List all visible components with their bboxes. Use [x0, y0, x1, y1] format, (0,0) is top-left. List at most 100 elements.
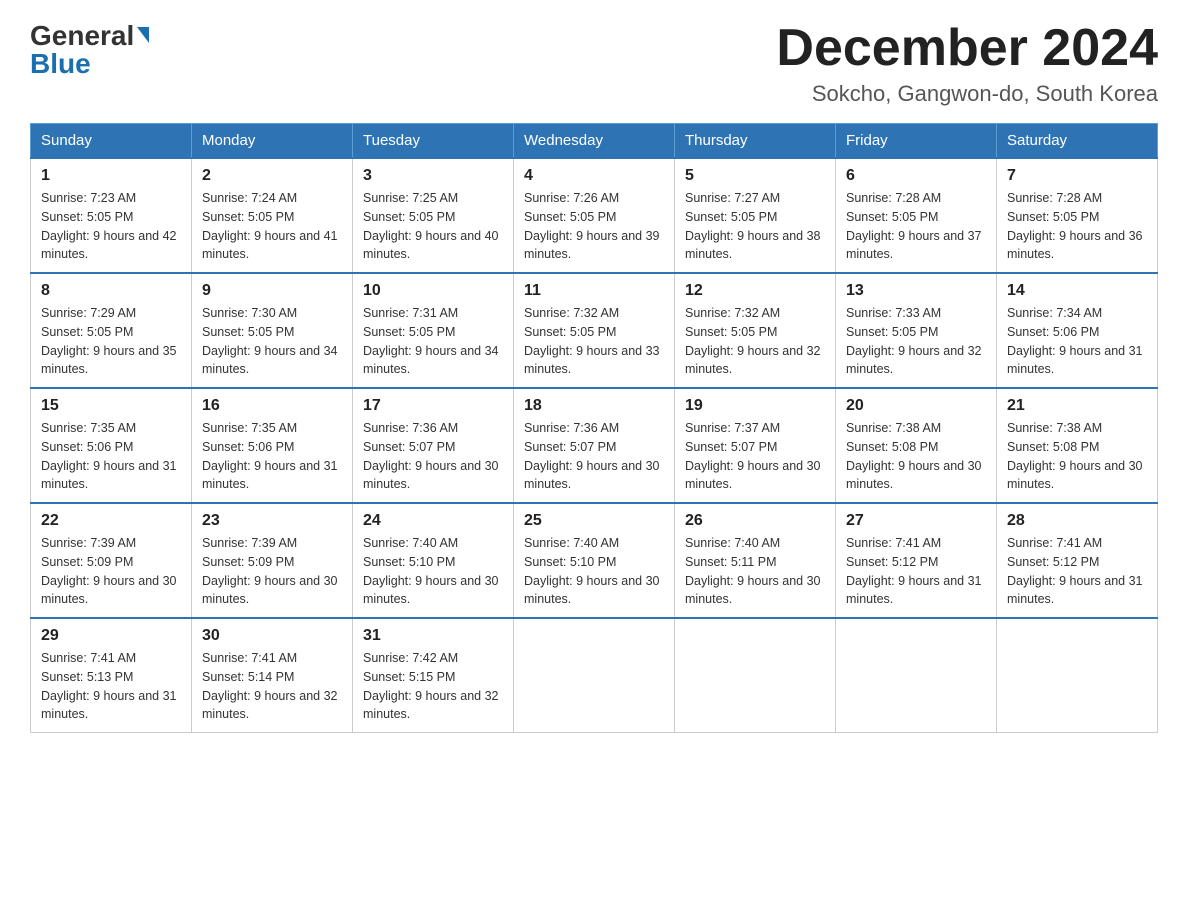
table-row: 29 Sunrise: 7:41 AMSunset: 5:13 PMDaylig…: [31, 618, 192, 733]
day-number: 27: [846, 512, 986, 530]
table-row: [836, 618, 997, 733]
table-row: 26 Sunrise: 7:40 AMSunset: 5:11 PMDaylig…: [675, 503, 836, 618]
day-info: Sunrise: 7:40 AMSunset: 5:10 PMDaylight:…: [524, 534, 664, 609]
logo-triangle-icon: [137, 27, 149, 43]
title-section: December 2024 Sokcho, Gangwon-do, South …: [776, 20, 1158, 107]
table-row: 8 Sunrise: 7:29 AMSunset: 5:05 PMDayligh…: [31, 273, 192, 388]
table-row: 17 Sunrise: 7:36 AMSunset: 5:07 PMDaylig…: [353, 388, 514, 503]
table-row: [997, 618, 1158, 733]
day-info: Sunrise: 7:35 AMSunset: 5:06 PMDaylight:…: [202, 419, 342, 494]
day-number: 4: [524, 167, 664, 185]
day-number: 17: [363, 397, 503, 415]
page-header: General Blue December 2024 Sokcho, Gangw…: [30, 20, 1158, 107]
table-row: 11 Sunrise: 7:32 AMSunset: 5:05 PMDaylig…: [514, 273, 675, 388]
table-row: 12 Sunrise: 7:32 AMSunset: 5:05 PMDaylig…: [675, 273, 836, 388]
day-info: Sunrise: 7:28 AMSunset: 5:05 PMDaylight:…: [1007, 189, 1147, 264]
day-number: 15: [41, 397, 181, 415]
day-info: Sunrise: 7:28 AMSunset: 5:05 PMDaylight:…: [846, 189, 986, 264]
table-row: 30 Sunrise: 7:41 AMSunset: 5:14 PMDaylig…: [192, 618, 353, 733]
day-number: 11: [524, 282, 664, 300]
col-sunday: Sunday: [31, 124, 192, 159]
table-row: 9 Sunrise: 7:30 AMSunset: 5:05 PMDayligh…: [192, 273, 353, 388]
day-number: 2: [202, 167, 342, 185]
calendar-week-row: 15 Sunrise: 7:35 AMSunset: 5:06 PMDaylig…: [31, 388, 1158, 503]
day-number: 1: [41, 167, 181, 185]
calendar-header-row: Sunday Monday Tuesday Wednesday Thursday…: [31, 124, 1158, 159]
day-info: Sunrise: 7:41 AMSunset: 5:13 PMDaylight:…: [41, 649, 181, 724]
calendar-week-row: 8 Sunrise: 7:29 AMSunset: 5:05 PMDayligh…: [31, 273, 1158, 388]
table-row: 15 Sunrise: 7:35 AMSunset: 5:06 PMDaylig…: [31, 388, 192, 503]
day-number: 8: [41, 282, 181, 300]
table-row: 20 Sunrise: 7:38 AMSunset: 5:08 PMDaylig…: [836, 388, 997, 503]
table-row: 6 Sunrise: 7:28 AMSunset: 5:05 PMDayligh…: [836, 158, 997, 273]
day-number: 25: [524, 512, 664, 530]
day-number: 14: [1007, 282, 1147, 300]
day-info: Sunrise: 7:40 AMSunset: 5:11 PMDaylight:…: [685, 534, 825, 609]
logo: General Blue: [30, 20, 149, 80]
day-info: Sunrise: 7:42 AMSunset: 5:15 PMDaylight:…: [363, 649, 503, 724]
day-number: 9: [202, 282, 342, 300]
day-info: Sunrise: 7:36 AMSunset: 5:07 PMDaylight:…: [363, 419, 503, 494]
month-title: December 2024: [776, 20, 1158, 77]
col-thursday: Thursday: [675, 124, 836, 159]
day-info: Sunrise: 7:37 AMSunset: 5:07 PMDaylight:…: [685, 419, 825, 494]
day-info: Sunrise: 7:41 AMSunset: 5:12 PMDaylight:…: [846, 534, 986, 609]
day-info: Sunrise: 7:31 AMSunset: 5:05 PMDaylight:…: [363, 304, 503, 379]
day-number: 18: [524, 397, 664, 415]
day-info: Sunrise: 7:33 AMSunset: 5:05 PMDaylight:…: [846, 304, 986, 379]
calendar-week-row: 1 Sunrise: 7:23 AMSunset: 5:05 PMDayligh…: [31, 158, 1158, 273]
day-info: Sunrise: 7:24 AMSunset: 5:05 PMDaylight:…: [202, 189, 342, 264]
location-title: Sokcho, Gangwon-do, South Korea: [776, 81, 1158, 107]
day-info: Sunrise: 7:36 AMSunset: 5:07 PMDaylight:…: [524, 419, 664, 494]
day-number: 31: [363, 627, 503, 645]
day-number: 22: [41, 512, 181, 530]
day-info: Sunrise: 7:34 AMSunset: 5:06 PMDaylight:…: [1007, 304, 1147, 379]
table-row: 25 Sunrise: 7:40 AMSunset: 5:10 PMDaylig…: [514, 503, 675, 618]
table-row: 2 Sunrise: 7:24 AMSunset: 5:05 PMDayligh…: [192, 158, 353, 273]
table-row: [514, 618, 675, 733]
table-row: 3 Sunrise: 7:25 AMSunset: 5:05 PMDayligh…: [353, 158, 514, 273]
table-row: 27 Sunrise: 7:41 AMSunset: 5:12 PMDaylig…: [836, 503, 997, 618]
day-info: Sunrise: 7:32 AMSunset: 5:05 PMDaylight:…: [524, 304, 664, 379]
table-row: 19 Sunrise: 7:37 AMSunset: 5:07 PMDaylig…: [675, 388, 836, 503]
calendar-week-row: 22 Sunrise: 7:39 AMSunset: 5:09 PMDaylig…: [31, 503, 1158, 618]
table-row: 13 Sunrise: 7:33 AMSunset: 5:05 PMDaylig…: [836, 273, 997, 388]
day-info: Sunrise: 7:29 AMSunset: 5:05 PMDaylight:…: [41, 304, 181, 379]
col-monday: Monday: [192, 124, 353, 159]
day-number: 3: [363, 167, 503, 185]
day-number: 28: [1007, 512, 1147, 530]
day-info: Sunrise: 7:26 AMSunset: 5:05 PMDaylight:…: [524, 189, 664, 264]
calendar-week-row: 29 Sunrise: 7:41 AMSunset: 5:13 PMDaylig…: [31, 618, 1158, 733]
table-row: 31 Sunrise: 7:42 AMSunset: 5:15 PMDaylig…: [353, 618, 514, 733]
day-info: Sunrise: 7:32 AMSunset: 5:05 PMDaylight:…: [685, 304, 825, 379]
day-number: 10: [363, 282, 503, 300]
day-number: 6: [846, 167, 986, 185]
table-row: 28 Sunrise: 7:41 AMSunset: 5:12 PMDaylig…: [997, 503, 1158, 618]
table-row: 23 Sunrise: 7:39 AMSunset: 5:09 PMDaylig…: [192, 503, 353, 618]
table-row: 1 Sunrise: 7:23 AMSunset: 5:05 PMDayligh…: [31, 158, 192, 273]
col-friday: Friday: [836, 124, 997, 159]
table-row: 14 Sunrise: 7:34 AMSunset: 5:06 PMDaylig…: [997, 273, 1158, 388]
day-info: Sunrise: 7:23 AMSunset: 5:05 PMDaylight:…: [41, 189, 181, 264]
day-info: Sunrise: 7:39 AMSunset: 5:09 PMDaylight:…: [202, 534, 342, 609]
logo-blue: Blue: [30, 48, 91, 80]
table-row: 5 Sunrise: 7:27 AMSunset: 5:05 PMDayligh…: [675, 158, 836, 273]
day-info: Sunrise: 7:41 AMSunset: 5:12 PMDaylight:…: [1007, 534, 1147, 609]
table-row: 10 Sunrise: 7:31 AMSunset: 5:05 PMDaylig…: [353, 273, 514, 388]
day-info: Sunrise: 7:40 AMSunset: 5:10 PMDaylight:…: [363, 534, 503, 609]
table-row: 16 Sunrise: 7:35 AMSunset: 5:06 PMDaylig…: [192, 388, 353, 503]
table-row: 7 Sunrise: 7:28 AMSunset: 5:05 PMDayligh…: [997, 158, 1158, 273]
day-info: Sunrise: 7:38 AMSunset: 5:08 PMDaylight:…: [1007, 419, 1147, 494]
day-number: 21: [1007, 397, 1147, 415]
col-tuesday: Tuesday: [353, 124, 514, 159]
day-number: 20: [846, 397, 986, 415]
table-row: 4 Sunrise: 7:26 AMSunset: 5:05 PMDayligh…: [514, 158, 675, 273]
day-info: Sunrise: 7:30 AMSunset: 5:05 PMDaylight:…: [202, 304, 342, 379]
col-wednesday: Wednesday: [514, 124, 675, 159]
table-row: 21 Sunrise: 7:38 AMSunset: 5:08 PMDaylig…: [997, 388, 1158, 503]
day-number: 19: [685, 397, 825, 415]
day-info: Sunrise: 7:41 AMSunset: 5:14 PMDaylight:…: [202, 649, 342, 724]
day-info: Sunrise: 7:25 AMSunset: 5:05 PMDaylight:…: [363, 189, 503, 264]
day-number: 29: [41, 627, 181, 645]
day-info: Sunrise: 7:38 AMSunset: 5:08 PMDaylight:…: [846, 419, 986, 494]
